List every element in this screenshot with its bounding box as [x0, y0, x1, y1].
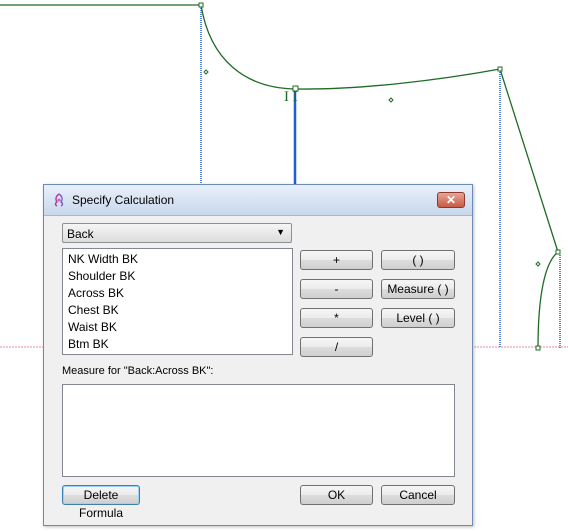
measure-list[interactable]: NK Width BK Shoulder BK Across BK Chest …: [62, 248, 293, 355]
measure-group-select[interactable]: Back ▼: [62, 223, 292, 243]
delete-formula-button[interactable]: Delete Formula: [62, 485, 140, 520]
list-item[interactable]: Shoulder BK: [68, 268, 135, 285]
curve-handle[interactable]: [203, 69, 209, 75]
list-item[interactable]: Chest BK: [68, 302, 119, 319]
measure-group-value: Back: [67, 227, 94, 241]
calculator-app-icon: [54, 193, 64, 207]
level-function-button[interactable]: Level ( ): [381, 308, 455, 328]
list-item[interactable]: Across BK: [68, 285, 124, 302]
control-point[interactable]: [555, 249, 561, 255]
formula-label: Measure for "Back:Across BK":: [62, 365, 214, 377]
divide-button[interactable]: /: [300, 337, 373, 357]
parentheses-button[interactable]: ( ): [381, 250, 455, 270]
dialog-title: Specify Calculation: [72, 193, 175, 207]
list-item[interactable]: Waist BK: [68, 319, 117, 336]
specify-calculation-dialog: Specify Calculation ✕ Back ▼ NK Width BK…: [43, 184, 473, 526]
neckline-curve: [200, 4, 501, 90]
formula-input[interactable]: [62, 384, 455, 477]
control-point[interactable]: [497, 66, 503, 72]
multiply-button[interactable]: *: [300, 308, 373, 328]
measure-function-button[interactable]: Measure ( ): [381, 279, 455, 299]
dialog-titlebar[interactable]: Specify Calculation ✕: [44, 185, 472, 216]
control-point[interactable]: [198, 2, 204, 8]
cancel-button[interactable]: Cancel: [381, 485, 455, 505]
curve-handle[interactable]: [535, 261, 541, 267]
armhole-curve: [537, 251, 559, 349]
close-button[interactable]: ✕: [437, 192, 465, 208]
close-icon: ✕: [445, 193, 457, 207]
curve-handle[interactable]: [388, 97, 394, 103]
minus-button[interactable]: -: [300, 279, 373, 299]
ok-button[interactable]: OK: [300, 485, 373, 505]
notch-marker: I I: [284, 89, 298, 105]
chevron-down-icon: ▼: [276, 227, 285, 237]
plus-button[interactable]: +: [300, 250, 373, 270]
list-item[interactable]: NK Width BK: [68, 251, 138, 268]
control-point[interactable]: [535, 345, 541, 351]
list-item[interactable]: Btm BK: [68, 336, 109, 353]
shoulder-line: [499, 68, 559, 253]
